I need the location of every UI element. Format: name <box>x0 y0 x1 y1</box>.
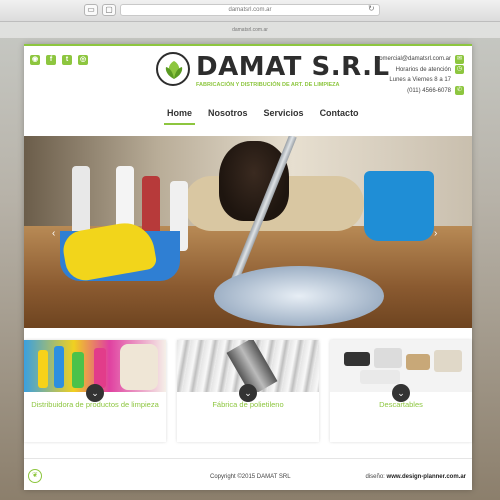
twitter-icon[interactable]: t <box>62 55 72 65</box>
leaf-logo-icon <box>156 52 190 86</box>
footer: ❦ Copyright ©2015 DAMAT SRL diseño: www.… <box>24 458 472 490</box>
site-logo[interactable]: DAMAT S.R.L FABRICACIÓN Y DISTRIBUCIÓN D… <box>156 52 389 92</box>
facebook-icon[interactable]: f <box>46 55 56 65</box>
card-distribuidora[interactable]: ⌄ Distribuidora de productos de limpieza <box>24 340 166 442</box>
web-page: ◉ f t ◎ DAMAT S.R.L FABRICACIÓN Y DISTRI… <box>24 44 472 490</box>
card-descartables[interactable]: ⌄ Descartables <box>330 340 472 442</box>
contact-email[interactable]: comercial@damatsrl.com.ar <box>376 54 451 65</box>
social-links: ◉ f t ◎ <box>30 55 88 65</box>
footer-design-credit: diseño: www.design-planner.com.ar <box>366 474 467 480</box>
tab-icon[interactable]: ▢ <box>102 4 116 16</box>
instagram-icon[interactable]: ◎ <box>78 55 88 65</box>
reload-icon[interactable]: ↻ <box>368 4 375 13</box>
design-prefix: diseño: <box>365 474 385 480</box>
nav-contacto[interactable]: Contacto <box>317 106 362 125</box>
sidebar-toggle-icon[interactable]: ▭ <box>84 4 98 16</box>
design-site-link[interactable]: www.design-planner.com.ar <box>387 474 466 480</box>
blue-bucket-image <box>364 171 434 241</box>
contact-hours-label: Horarios de atención <box>395 66 451 73</box>
footer-leaf-icon[interactable]: ❦ <box>28 469 42 483</box>
tab-title: damatsrl.com.ar <box>0 22 500 38</box>
contact-info: comercial@damatsrl.com.ar ✉ Horarios de a… <box>376 54 464 96</box>
spray-bottle-image <box>72 166 90 236</box>
logo-tagline: FABRICACIÓN Y DISTRIBUCIÓN DE ART. DE LI… <box>196 82 340 88</box>
mop-head-image <box>214 266 384 326</box>
card-label[interactable]: Distribuidora de productos de limpieza <box>24 400 166 409</box>
card-label[interactable]: Fábrica de polietileno <box>177 400 319 409</box>
browser-toolbar: ▭ ▢ damatsrl.com.ar ↻ <box>0 0 500 22</box>
nav-servicios[interactable]: Servicios <box>261 106 307 125</box>
nav-home[interactable]: Home <box>164 106 196 125</box>
card-label[interactable]: Descartables <box>330 400 472 409</box>
contact-hours: Lunes a Viernes 8 a 17 <box>389 77 451 83</box>
hero-slider: ‹ › <box>24 136 472 328</box>
clock-icon: ◷ <box>455 65 464 75</box>
mail-icon: ✉ <box>455 54 464 64</box>
slider-next-icon[interactable]: › <box>434 228 437 239</box>
slider-prev-icon[interactable]: ‹ <box>52 228 55 239</box>
nav-nosotros[interactable]: Nosotros <box>205 106 251 125</box>
top-accent-line <box>24 44 472 46</box>
footer-copyright: Copyright ©2015 DAMAT SRL <box>210 474 291 480</box>
contact-phone[interactable]: (011) 4566-6078 <box>407 86 451 97</box>
logo-name: DAMAT S.R.L <box>196 52 390 82</box>
whatsapp-icon[interactable]: ◉ <box>30 55 40 65</box>
phone-icon: ✆ <box>455 86 464 96</box>
main-nav: Home Nosotros Servicios Contacto <box>164 106 362 125</box>
card-polietileno[interactable]: ⌄ Fábrica de polietileno <box>177 340 319 442</box>
address-bar[interactable]: damatsrl.com.ar <box>120 4 380 16</box>
